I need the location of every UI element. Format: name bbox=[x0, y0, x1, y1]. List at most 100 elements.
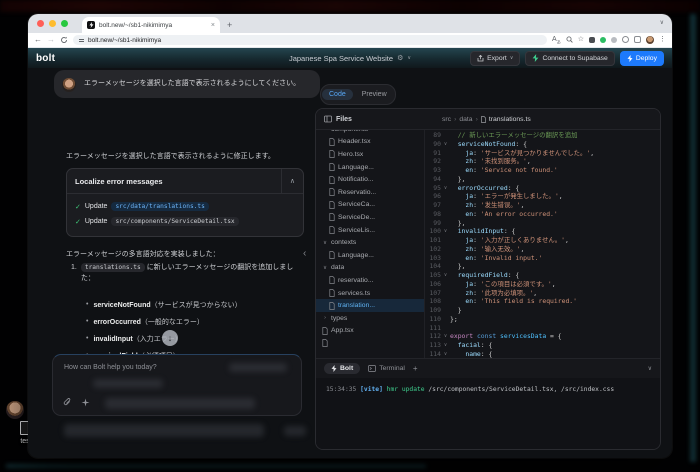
plan-card-header[interactable]: Localize error messages ∧ bbox=[67, 169, 303, 194]
extension-icon-2[interactable] bbox=[600, 37, 606, 43]
folder-item[interactable]: ›types bbox=[316, 312, 424, 325]
tab-preview[interactable]: Preview bbox=[355, 89, 394, 100]
gear-icon[interactable]: ⚙ bbox=[397, 55, 403, 62]
file-tree-item[interactable]: Reservatio... bbox=[316, 186, 424, 199]
file-icon bbox=[322, 339, 328, 347]
fold-chevron-icon[interactable]: ∨ bbox=[441, 227, 450, 236]
breadcrumb-file[interactable]: translations.ts bbox=[481, 116, 531, 123]
code-line: 98en: 'An error occurred.' bbox=[425, 210, 660, 219]
fold-chevron-icon[interactable]: ∨ bbox=[441, 271, 450, 280]
terminal-output[interactable]: 15:34:35 [vite] hmr update /src/componen… bbox=[316, 378, 660, 449]
close-window-button[interactable] bbox=[37, 20, 44, 27]
code-line: 104}, bbox=[425, 262, 660, 271]
connect-supabase-button[interactable]: Connect to Supabase bbox=[525, 51, 614, 66]
step-marker: 1. bbox=[71, 262, 77, 284]
browser-tab[interactable]: bolt.new/~/sb1-nikimimya × bbox=[82, 17, 220, 33]
file-tree-item[interactable]: reservatio... bbox=[316, 274, 424, 287]
file-tree-item[interactable]: App.tsx bbox=[316, 325, 424, 338]
code-text: }, bbox=[450, 219, 465, 228]
code-line: 108en: 'This field is required.' bbox=[425, 297, 660, 306]
plan-item[interactable]: ✓Updatesrc/data/translations.ts bbox=[75, 199, 295, 214]
back-icon[interactable]: ← bbox=[34, 36, 42, 44]
file-tree-item[interactable]: services.ts bbox=[316, 287, 424, 300]
chevron-down-icon[interactable]: ∨ bbox=[407, 56, 411, 61]
translate-icon[interactable]: Aあ bbox=[552, 36, 561, 44]
site-settings-icon[interactable] bbox=[79, 39, 84, 42]
fold-chevron-icon[interactable]: ∨ bbox=[441, 184, 450, 193]
extension-icon-4[interactable] bbox=[622, 36, 629, 43]
fold-gutter bbox=[441, 289, 450, 298]
line-number: 104 bbox=[425, 262, 441, 271]
editor-main: ∨componentsHeader.tsxHero.tsxLanguage...… bbox=[316, 130, 660, 358]
tree-item-label: reservatio... bbox=[338, 277, 374, 284]
fold-chevron-icon[interactable]: ∨ bbox=[441, 140, 450, 149]
plan-item[interactable]: ✓Updatesrc/components/ServiceDetail.tsx bbox=[75, 214, 295, 229]
profile-avatar[interactable] bbox=[646, 36, 654, 44]
extension-icon-5[interactable] bbox=[634, 36, 641, 43]
fold-chevron-icon[interactable]: ∨ bbox=[441, 350, 450, 358]
reload-icon[interactable] bbox=[60, 36, 68, 44]
toolbar-icons: Aあ ☆ ⋮ bbox=[552, 36, 666, 44]
chevron-up-icon[interactable]: ∧ bbox=[281, 169, 295, 193]
minimize-window-button[interactable] bbox=[49, 20, 56, 27]
zoom-window-button[interactable] bbox=[61, 20, 68, 27]
fold-chevron-icon[interactable]: ∨ bbox=[441, 341, 450, 350]
sidebar-icon bbox=[324, 115, 332, 123]
breadcrumb-src[interactable]: src bbox=[442, 116, 451, 123]
file-path-pill[interactable]: src/data/translations.ts bbox=[111, 202, 208, 211]
tree-item-label: types bbox=[331, 315, 347, 322]
deploy-button[interactable]: Deploy bbox=[620, 51, 664, 66]
code-text: }, bbox=[450, 175, 465, 184]
folder-item[interactable]: ∨data bbox=[316, 262, 424, 275]
tab-close-icon[interactable]: × bbox=[211, 22, 215, 29]
plan-card-title: Localize error messages bbox=[75, 177, 281, 186]
new-terminal-button[interactable]: + bbox=[413, 364, 418, 373]
code-text: name: { bbox=[450, 350, 492, 358]
browser-menu-icon[interactable]: ⋮ bbox=[659, 36, 666, 43]
code-editor[interactable]: 89// 新しいエラーメッセージの翻訳を追加90∨serviceNotFound… bbox=[425, 130, 660, 358]
files-panel-header[interactable]: Files bbox=[316, 115, 432, 123]
zoom-search-icon[interactable] bbox=[566, 36, 573, 43]
file-tree-item[interactable]: ServiceDe... bbox=[316, 211, 424, 224]
attach-icon[interactable] bbox=[63, 398, 72, 407]
forward-icon[interactable]: → bbox=[47, 36, 55, 44]
panel-collapse-icon[interactable]: ‹ bbox=[303, 248, 306, 259]
fold-chevron-icon[interactable]: ∨ bbox=[441, 332, 450, 341]
line-number: 111 bbox=[425, 324, 441, 333]
tab-search-chevron-icon[interactable]: ∨ bbox=[660, 19, 664, 26]
tree-item-label: Reservatio... bbox=[338, 189, 376, 196]
file-tree-item[interactable]: translation... bbox=[316, 299, 424, 312]
code-line: 107zh: '此项为必填项。', bbox=[425, 289, 660, 298]
scroll-to-bottom-button[interactable]: ↓ bbox=[162, 330, 178, 346]
file-path-pill[interactable]: src/components/ServiceDetail.tsx bbox=[111, 217, 238, 226]
line-number: 110 bbox=[425, 315, 441, 324]
tab-code[interactable]: Code bbox=[322, 89, 353, 100]
fold-gutter bbox=[441, 219, 450, 228]
file-tree-item[interactable]: Header.tsx bbox=[316, 136, 424, 149]
file-tree-item[interactable]: Language... bbox=[316, 249, 424, 262]
file-tree-item[interactable]: ServiceLis... bbox=[316, 224, 424, 237]
file-icon bbox=[329, 289, 335, 297]
file-tree-item[interactable] bbox=[316, 337, 424, 350]
sparkles-icon[interactable] bbox=[81, 398, 90, 407]
terminal-collapse-icon[interactable]: ∨ bbox=[648, 365, 652, 372]
code-text: }; bbox=[450, 315, 458, 324]
bolt-terminal-tab[interactable]: Bolt bbox=[324, 363, 360, 374]
file-tree-item[interactable]: ServiceCa... bbox=[316, 199, 424, 212]
file-tree-item[interactable]: Notificatio... bbox=[316, 173, 424, 186]
code-line: 106ja: 'この項目は必須です。', bbox=[425, 280, 660, 289]
address-bar[interactable]: bolt.new/~/sb1-nikimimya bbox=[73, 35, 547, 45]
chat-input[interactable]: How can Bolt help you today? bbox=[52, 354, 302, 416]
file-tree-item[interactable]: Hero.tsx bbox=[316, 148, 424, 161]
file-tree-item[interactable]: Language... bbox=[316, 161, 424, 174]
extension-icon-1[interactable] bbox=[589, 37, 595, 43]
bolt-logo[interactable]: bolt bbox=[36, 53, 55, 64]
extension-icon-3[interactable] bbox=[611, 37, 617, 43]
new-tab-button[interactable]: + bbox=[227, 20, 232, 30]
export-button[interactable]: Export ∨ bbox=[470, 51, 520, 66]
folder-item[interactable]: ∨contexts bbox=[316, 236, 424, 249]
line-number: 103 bbox=[425, 254, 441, 263]
terminal-tab[interactable]: Terminal bbox=[368, 365, 405, 372]
breadcrumb-data[interactable]: data bbox=[459, 116, 472, 123]
bookmark-star-icon[interactable]: ☆ bbox=[578, 36, 584, 43]
